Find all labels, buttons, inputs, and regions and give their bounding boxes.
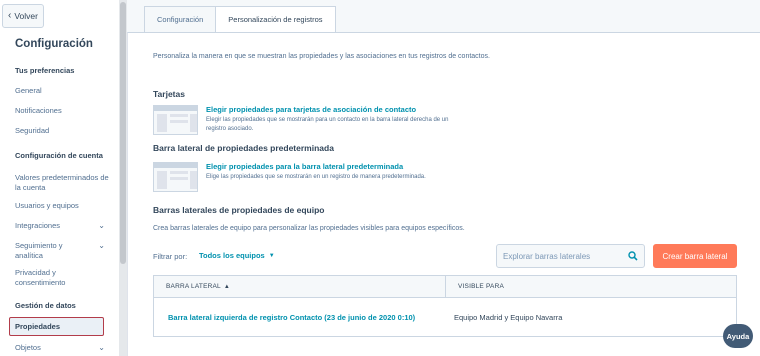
sidebar-section-account: Configuración de cuenta (15, 151, 103, 160)
tab-record-customization[interactable]: Personalización de registros (215, 6, 336, 33)
sidebar-scrollbar[interactable] (119, 0, 127, 356)
filter-value: Todos los equipos (199, 251, 265, 260)
sidebar-title: Configuración (15, 38, 93, 50)
tab-panel: Personaliza la manera en que se muestran… (127, 32, 760, 356)
column-header-label: VISIBLE PARA (458, 283, 504, 290)
chevron-left-icon: ‹ (8, 10, 12, 21)
search-icon (628, 251, 638, 261)
sidebar-item-security[interactable]: Seguridad (15, 126, 111, 136)
sidebar-item-label: Seguridad (15, 126, 50, 135)
sidebar-item-tracking[interactable]: Seguimiento y analítica ⌄ (15, 241, 111, 261)
column-header-label: BARRA LATERAL (166, 283, 221, 290)
filter-label: Filtrar por: (153, 252, 188, 261)
sidebar-item-account-defaults[interactable]: Valores predeterminados de la cuenta (15, 173, 111, 193)
table-header: BARRA LATERAL ▲ VISIBLE PARA (154, 276, 736, 298)
sidebar-item-integrations[interactable]: Integraciones ⌄ (15, 221, 111, 231)
column-header-sidebar[interactable]: BARRA LATERAL ▲ (154, 276, 446, 297)
sidebar-section-preferences: Tus preferencias (15, 66, 75, 75)
sidebar-item-label: Seguimiento y analítica (15, 241, 63, 260)
table-row: Barra lateral izquierda de registro Cont… (154, 298, 736, 336)
back-button[interactable]: ‹ Volver (2, 4, 44, 28)
team-section-desc: Crea barras laterales de equipo para per… (153, 225, 465, 232)
cards-section-title: Tarjetas (153, 89, 185, 99)
sidebar-item-privacy[interactable]: Privacidad y consentimiento (15, 268, 111, 288)
default-sidebar-link[interactable]: Elegir propiedades para la barra lateral… (206, 162, 466, 171)
visible-for-cell: Equipo Madrid y Equipo Navarra (454, 312, 563, 322)
preview-thumbnail (153, 105, 198, 135)
sidebar-name-link[interactable]: Barra lateral izquierda de registro Cont… (154, 313, 446, 322)
sidebar-item-notifications[interactable]: Notificaciones (15, 106, 111, 116)
preview-thumbnail (153, 162, 198, 192)
main-content: Configuración Personalización de registr… (127, 0, 760, 356)
sidebar-item-label: Notificaciones (15, 106, 62, 115)
caret-down-icon: ▼ (268, 252, 275, 259)
back-button-label: Volver (14, 11, 38, 21)
default-sidebar-section-title: Barra lateral de propiedades predetermin… (153, 143, 334, 153)
create-sidebar-button[interactable]: Crear barra lateral (653, 244, 737, 268)
team-section-title: Barras laterales de propiedades de equip… (153, 205, 325, 215)
search-field[interactable] (496, 244, 645, 268)
sidebar-item-label: Propiedades (15, 322, 61, 331)
default-sidebar-desc: Elige las propiedades que se mostrarán e… (206, 174, 426, 180)
sidebar-item-objects[interactable]: Objetos ⌄ (15, 343, 111, 353)
sidebar-item-label: General (15, 86, 42, 95)
sidebars-table: BARRA LATERAL ▲ VISIBLE PARA Barra later… (153, 275, 737, 337)
help-button[interactable]: Ayuda (723, 324, 753, 348)
sidebar-item-label: Objetos (15, 343, 41, 352)
sidebar-item-label: Valores predeterminados de la cuenta (15, 173, 109, 192)
settings-sidebar: ‹ Volver Configuración Tus preferencias … (0, 0, 119, 356)
tab-configuration[interactable]: Configuración (144, 6, 217, 33)
team-filter-dropdown[interactable]: Todos los equipos ▼ (199, 251, 275, 260)
sidebar-section-data: Gestión de datos (15, 301, 76, 310)
sidebar-item-users-teams[interactable]: Usuarios y equipos (15, 201, 111, 211)
sidebar-item-label: Privacidad y consentimiento (15, 268, 66, 287)
sidebar-item-general[interactable]: General (15, 86, 111, 96)
sidebar-item-label: Integraciones (15, 221, 61, 230)
default-sidebar-card: Elegir propiedades para la barra lateral… (153, 162, 466, 192)
cards-card: Elegir propiedades para tarjetas de asoc… (153, 105, 466, 135)
column-header-visible-for: VISIBLE PARA (446, 276, 736, 297)
sidebar-item-label: Usuarios y equipos (15, 201, 79, 210)
card-properties-link[interactable]: Elegir propiedades para tarjetas de asoc… (206, 105, 466, 114)
card-properties-desc: Elegir las propiedades que se mostrarán … (206, 117, 449, 132)
search-input[interactable] (503, 251, 623, 261)
chevron-down-icon: ⌄ (98, 221, 105, 230)
chevron-down-icon: ⌄ (98, 343, 105, 352)
chevron-down-icon: ⌄ (98, 241, 105, 250)
sort-up-icon: ▲ (223, 283, 231, 290)
tab-bar: Configuración Personalización de registr… (144, 6, 336, 33)
scrollbar-thumb[interactable] (120, 2, 126, 264)
intro-text: Personaliza la manera en que se muestran… (153, 53, 490, 60)
sidebar-item-properties[interactable]: Propiedades (9, 317, 104, 336)
